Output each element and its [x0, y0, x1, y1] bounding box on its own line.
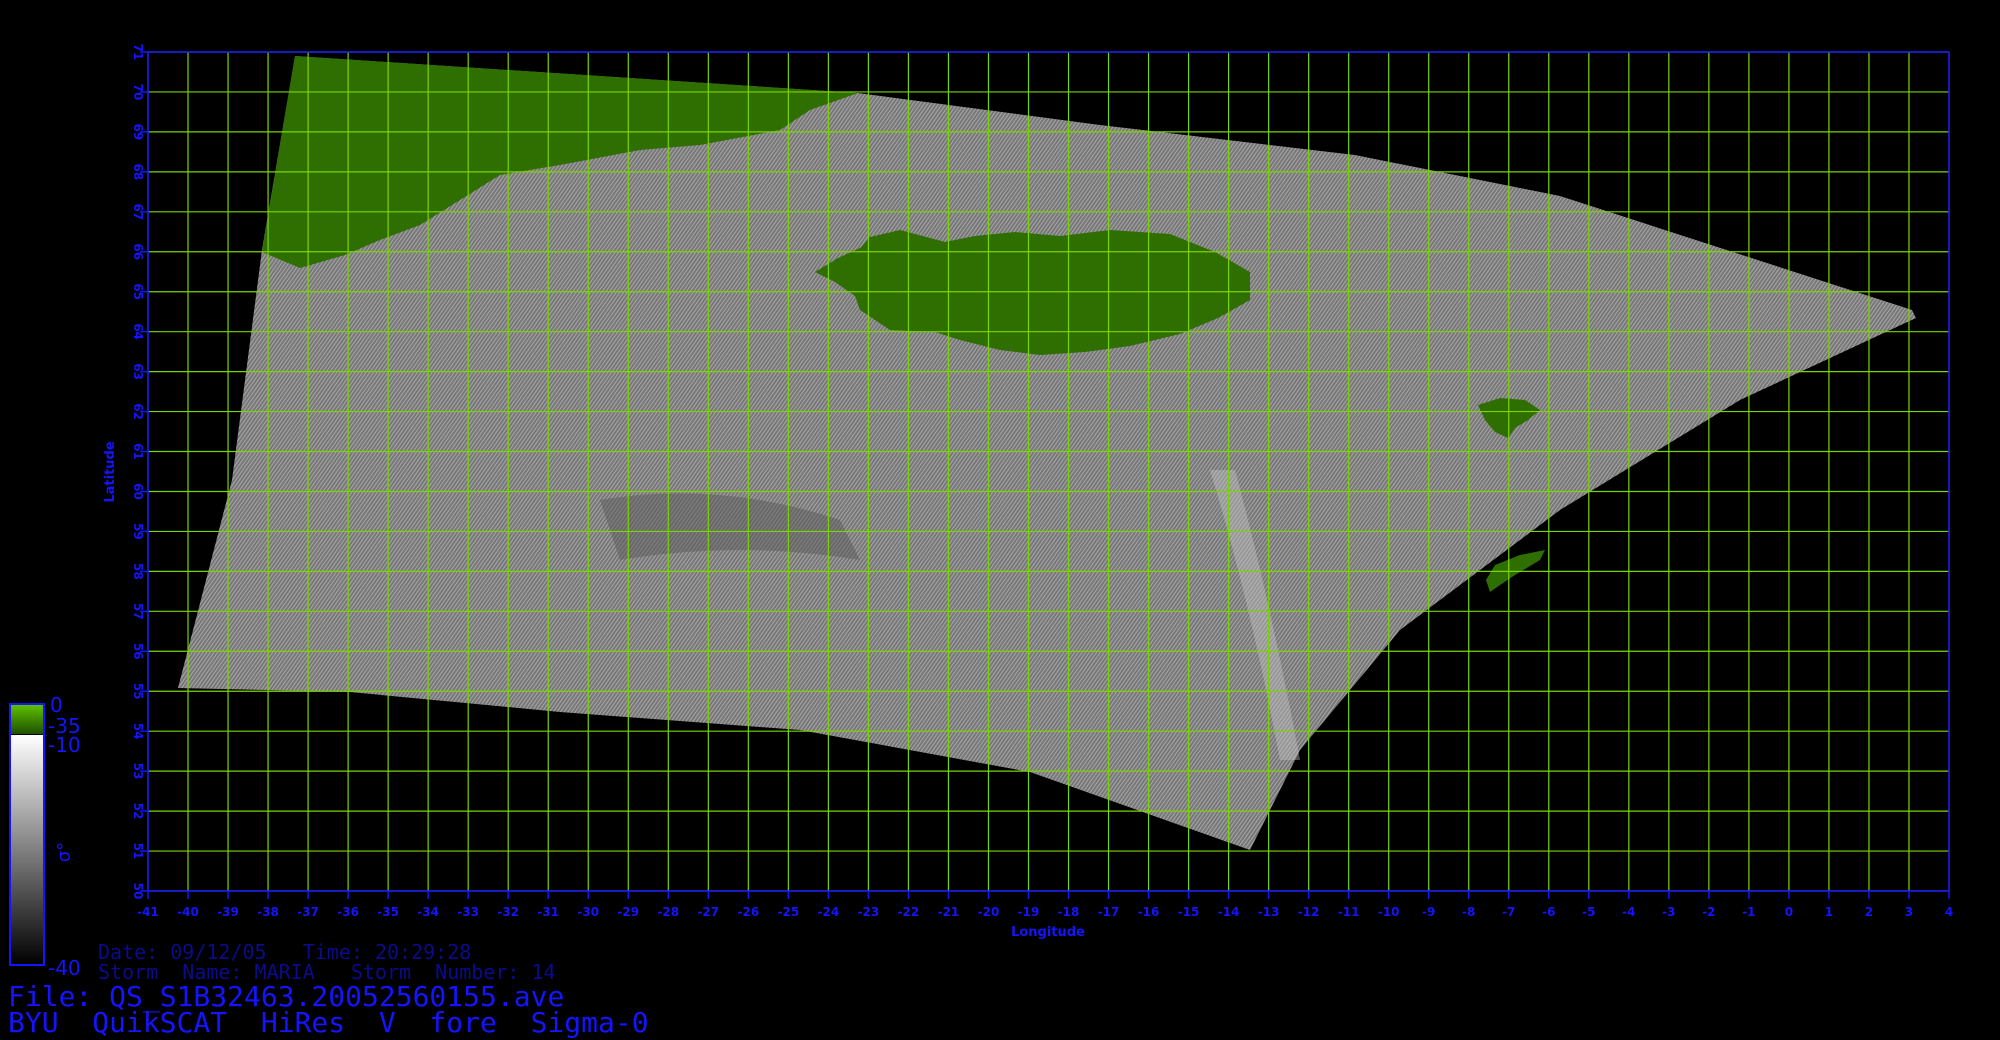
lon-tick-label: -23: [858, 905, 880, 919]
lon-tick-label: -2: [1702, 905, 1715, 919]
lon-tick-label: -41: [137, 905, 159, 919]
lon-tick-label: -10: [1378, 905, 1400, 919]
colorbar-symbol: σ°: [54, 842, 75, 862]
lon-tick-label: -39: [217, 905, 239, 919]
lon-tick-label: 2: [1865, 905, 1873, 919]
colorbar-label-swath-top: -10: [48, 733, 81, 757]
colorbar: 0 -35 -10 -40 σ°: [9, 693, 81, 980]
lon-tick-label: -8: [1462, 905, 1475, 919]
latitude-ticks: 50 51 52 53 54 55 56 57 58 59 60 61 62 63 64 65 66 67 68 69…: [131, 44, 148, 900]
lon-tick-label: -14: [1218, 905, 1240, 919]
lat-tick-label: 63: [131, 363, 145, 380]
lon-tick-label: -31: [537, 905, 559, 919]
lat-tick-label: 61: [131, 443, 145, 460]
lon-tick-label: -24: [818, 905, 840, 919]
lon-tick-label: -3: [1662, 905, 1675, 919]
lon-tick-label: -9: [1422, 905, 1435, 919]
product-title-line: BYU QuikSCAT HiRes V fore Sigma-0: [8, 1006, 649, 1039]
lon-tick-label: 1: [1825, 905, 1833, 919]
lat-tick-label: 69: [131, 124, 145, 141]
lon-tick-label: -27: [697, 905, 719, 919]
lon-tick-label: -4: [1622, 905, 1635, 919]
lon-tick-label: -12: [1298, 905, 1320, 919]
lon-tick-label: -15: [1178, 905, 1200, 919]
lon-tick-label: -13: [1258, 905, 1280, 919]
lat-tick-label: 55: [131, 683, 145, 700]
lon-tick-label: -17: [1098, 905, 1120, 919]
lon-tick-label: -5: [1582, 905, 1595, 919]
lon-tick-label: -6: [1542, 905, 1555, 919]
lon-tick-label: -21: [938, 905, 960, 919]
lon-tick-label: -35: [377, 905, 399, 919]
lon-tick-label: -40: [177, 905, 199, 919]
lat-tick-label: 68: [131, 164, 145, 181]
lon-tick-label: -29: [617, 905, 639, 919]
lat-tick-label: 50: [131, 883, 145, 900]
lat-tick-label: 58: [131, 563, 145, 580]
lon-tick-label: -7: [1502, 905, 1515, 919]
lat-tick-label: 71: [131, 44, 145, 61]
y-axis-title: Latitude: [103, 441, 118, 503]
lat-tick-label: 67: [131, 203, 145, 220]
lat-tick-label: 60: [131, 483, 145, 500]
colorbar-green-segment: [10, 704, 44, 734]
lon-tick-label: -18: [1058, 905, 1080, 919]
lon-tick-label: -37: [297, 905, 319, 919]
lon-tick-label: -33: [457, 905, 479, 919]
lat-tick-label: 53: [131, 763, 145, 780]
lon-tick-label: -36: [337, 905, 359, 919]
lon-tick-label: 3: [1905, 905, 1913, 919]
quikscat-map: -41 -40 -39 -38 -37 -36 -35 -34 -33 -32 -31 -30 -29-…: [9, 44, 1953, 980]
lon-tick-label: -28: [657, 905, 679, 919]
lat-tick-label: 54: [131, 723, 145, 740]
lat-tick-label: 65: [131, 283, 145, 300]
lon-tick-label: -1: [1742, 905, 1755, 919]
lon-tick-label: -22: [898, 905, 920, 919]
lat-tick-label: 51: [131, 843, 145, 860]
x-axis-title: Longitude: [1011, 925, 1085, 940]
lon-tick-label: -30: [577, 905, 599, 919]
lat-tick-label: 70: [131, 84, 145, 101]
lon-tick-label: -25: [778, 905, 800, 919]
lon-tick-label: -19: [1018, 905, 1040, 919]
lon-tick-label: -16: [1138, 905, 1160, 919]
lon-tick-label: 0: [1785, 905, 1793, 919]
lat-tick-label: 59: [131, 523, 145, 540]
colorbar-gray-segment: [10, 735, 44, 965]
lon-tick-label: -32: [497, 905, 519, 919]
lon-tick-label: -38: [257, 905, 279, 919]
lat-tick-label: 56: [131, 643, 145, 660]
lon-tick-label: -34: [417, 905, 439, 919]
lat-tick-label: 62: [131, 403, 145, 420]
colorbar-label-swath-bottom: -40: [48, 956, 81, 980]
lat-tick-label: 66: [131, 243, 145, 260]
lon-tick-label: -26: [737, 905, 759, 919]
lat-tick-label: 52: [131, 803, 145, 820]
lon-tick-label: 4: [1945, 905, 1953, 919]
longitude-ticks: -41 -40 -39 -38 -37 -36 -35 -34 -33 -32 -31 -30 -29-…: [137, 891, 1953, 919]
lon-tick-label: -11: [1338, 905, 1360, 919]
lat-tick-label: 57: [131, 603, 145, 620]
lat-tick-label: 64: [131, 323, 145, 340]
lon-tick-label: -20: [978, 905, 1000, 919]
